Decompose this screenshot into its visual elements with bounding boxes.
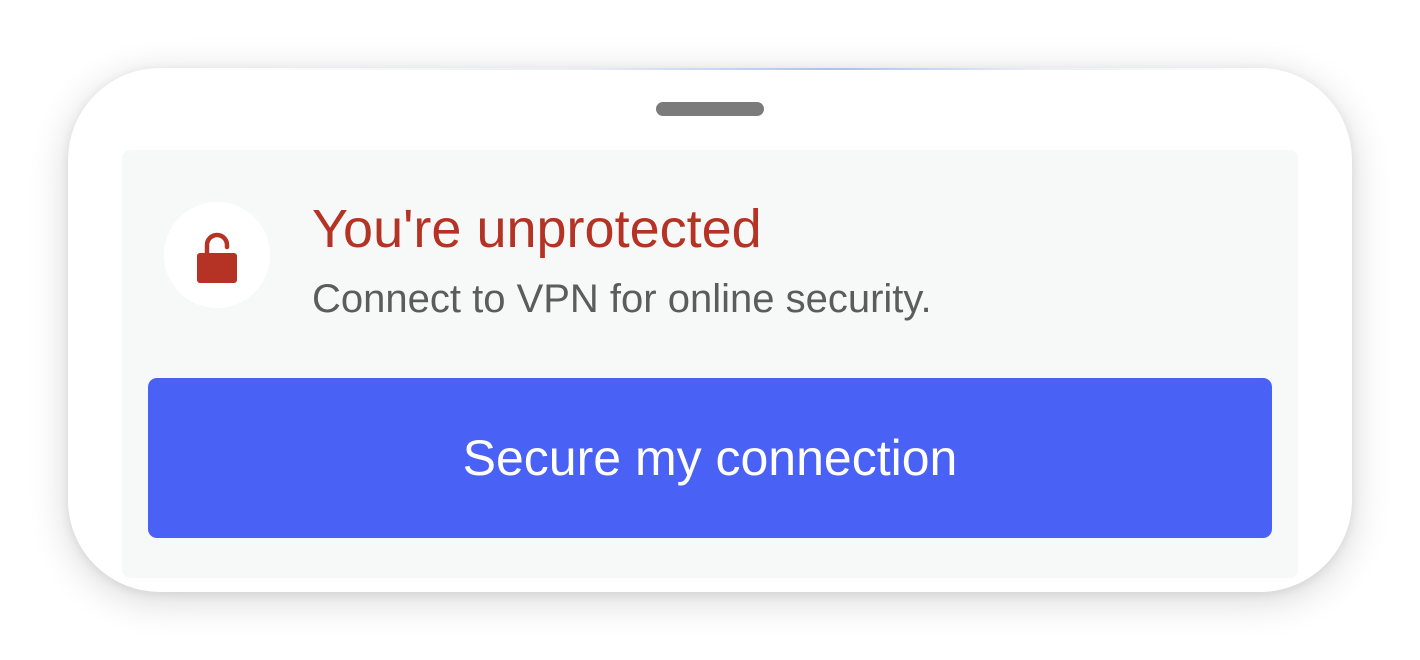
bottom-sheet: You're unprotected Connect to VPN for on… xyxy=(68,68,1352,592)
lock-badge xyxy=(164,202,270,308)
status-card: You're unprotected Connect to VPN for on… xyxy=(122,150,1298,578)
status-message: Connect to VPN for online security. xyxy=(312,277,932,321)
screen: You're unprotected Connect to VPN for on… xyxy=(0,0,1420,660)
secure-connection-button[interactable]: Secure my connection xyxy=(148,378,1272,538)
unlocked-padlock-icon xyxy=(197,232,237,283)
status-title: You're unprotected xyxy=(312,199,762,259)
drag-handle[interactable] xyxy=(656,102,764,116)
background-content-peek xyxy=(68,68,1352,70)
